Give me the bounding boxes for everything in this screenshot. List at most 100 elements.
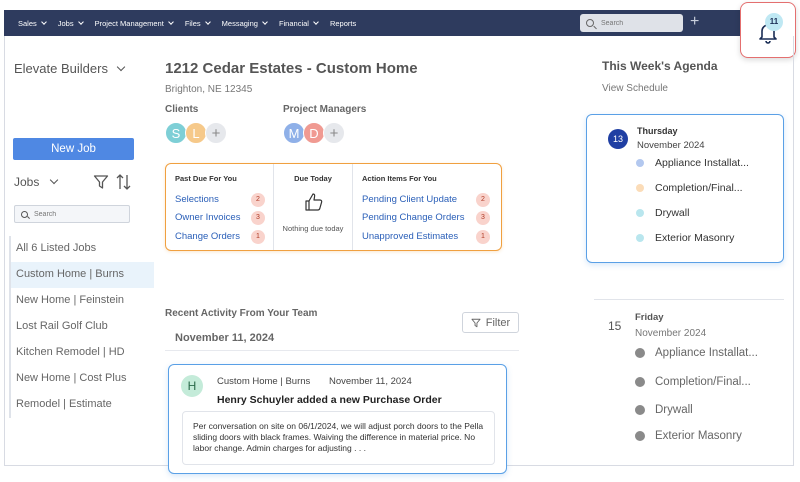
- agenda-day-card-thursday[interactable]: 13 Thursday November 2024 Appliance Inst…: [586, 114, 784, 263]
- job-item-kitchen-remodel-hd[interactable]: Kitchen Remodel | HD: [11, 340, 154, 366]
- job-item-remodel-estimate[interactable]: Remodel | Estimate: [11, 392, 154, 418]
- agenda-event[interactable]: Appliance Installat...: [635, 347, 758, 359]
- chevron-down-icon: [313, 19, 319, 25]
- nav-reports[interactable]: Reports: [330, 19, 356, 28]
- agenda-event[interactable]: Appliance Installat...: [636, 157, 749, 169]
- jobs-search-input[interactable]: [34, 211, 124, 218]
- past-due-column: Past Due For You Selections 2 Owner Invo…: [166, 164, 273, 250]
- add-client-button[interactable]: +: [205, 122, 227, 144]
- agenda-event[interactable]: Exterior Masonry: [635, 430, 742, 442]
- notification-count-badge: 11: [765, 13, 783, 31]
- agenda-title: This Week's Agenda: [602, 59, 718, 73]
- clients-label: Clients: [165, 104, 198, 115]
- filter-label: Filter: [486, 317, 510, 329]
- job-item-new-home-feinstein[interactable]: New Home | Feinstein: [11, 288, 154, 314]
- new-job-button[interactable]: New Job: [13, 138, 134, 160]
- chevron-down-icon: [168, 19, 174, 25]
- job-item-new-home-cost-plus[interactable]: New Home | Cost Plus: [11, 366, 154, 392]
- agenda-event[interactable]: Completion/Final...: [635, 376, 751, 388]
- company-name: Elevate Builders: [14, 61, 108, 76]
- chevron-down-icon: [205, 19, 211, 25]
- pending-change-orders-link[interactable]: Pending Change Orders: [362, 212, 464, 223]
- job-item-all[interactable]: All 6 Listed Jobs: [11, 236, 154, 262]
- day-name: Friday: [635, 312, 664, 323]
- job-address: Brighton, NE 12345: [165, 84, 252, 95]
- nav-messaging[interactable]: Messaging: [222, 19, 267, 28]
- avatar[interactable]: L: [185, 122, 207, 144]
- event-dot-icon: [635, 348, 645, 358]
- agenda-event[interactable]: Exterior Masonry: [636, 232, 734, 244]
- action-items-column: Action Items For You Pending Client Upda…: [353, 164, 503, 250]
- count-badge: 3: [251, 211, 265, 225]
- event-dot-icon: [635, 431, 645, 441]
- past-due-owner-invoices-link[interactable]: Owner Invoices: [175, 212, 240, 223]
- jobs-dropdown[interactable]: Jobs: [14, 175, 57, 189]
- event-dot-icon: [636, 234, 644, 242]
- project-managers-label: Project Managers: [283, 104, 366, 115]
- activity-date-heading: November 11, 2024: [175, 332, 274, 344]
- past-due-change-orders-link[interactable]: Change Orders: [175, 231, 240, 242]
- add-button[interactable]: +: [690, 12, 699, 32]
- count-badge: 3: [476, 211, 490, 225]
- chevron-down-icon: [78, 19, 84, 25]
- unapproved-estimates-link[interactable]: Unapproved Estimates: [362, 231, 458, 242]
- global-search-input[interactable]: [601, 20, 681, 27]
- event-dot-icon: [636, 209, 644, 217]
- nav-project-management[interactable]: Project Management: [95, 19, 173, 28]
- project-managers-avatars: M D +: [283, 122, 343, 144]
- chevron-down-icon: [41, 19, 47, 25]
- nav-files[interactable]: Files: [185, 19, 210, 28]
- job-list: All 6 Listed Jobs Custom Home | Burns Ne…: [9, 236, 154, 418]
- jobs-search[interactable]: [14, 205, 130, 223]
- due-today-column: Due Today Nothing due today: [273, 164, 353, 250]
- job-item-lost-rail-golf-club[interactable]: Lost Rail Golf Club: [11, 314, 154, 340]
- nav-jobs[interactable]: Jobs: [58, 19, 83, 28]
- global-search[interactable]: [580, 14, 683, 32]
- event-dot-icon: [636, 159, 644, 167]
- avatar[interactable]: S: [165, 122, 187, 144]
- day-number: 15: [608, 319, 621, 333]
- job-title: 1212 Cedar Estates - Custom Home: [165, 60, 418, 77]
- activity-card[interactable]: H Custom Home | Burns November 11, 2024 …: [168, 364, 507, 474]
- sort-icon[interactable]: [116, 173, 132, 191]
- past-due-title: Past Due For You: [175, 174, 237, 183]
- past-due-selections-link[interactable]: Selections: [175, 194, 219, 205]
- recent-activity-title: Recent Activity From Your Team: [165, 308, 317, 319]
- company-selector[interactable]: Elevate Builders: [14, 61, 124, 76]
- chevron-down-icon: [50, 176, 58, 184]
- count-badge: 2: [476, 193, 490, 207]
- avatar: H: [181, 375, 203, 397]
- count-badge: 2: [251, 193, 265, 207]
- event-dot-icon: [635, 405, 645, 415]
- agenda-event[interactable]: Drywall: [635, 404, 693, 416]
- activity-job-name: Custom Home | Burns: [217, 376, 310, 387]
- jobs-label: Jobs: [14, 175, 39, 189]
- pending-client-update-link[interactable]: Pending Client Update: [362, 194, 457, 205]
- nav-financial[interactable]: Financial: [279, 19, 318, 28]
- action-items-title: Action Items For You: [362, 174, 437, 183]
- top-nav: Sales Jobs Project Management Files Mess…: [4, 10, 794, 36]
- day-date: November 2024: [637, 140, 705, 151]
- count-badge: 1: [476, 230, 490, 244]
- divider: [594, 299, 784, 300]
- day-date: November 2024: [635, 328, 706, 339]
- event-dot-icon: [635, 377, 645, 387]
- agenda-event[interactable]: Drywall: [636, 207, 689, 219]
- divider: [165, 350, 519, 351]
- avatar[interactable]: M: [283, 122, 305, 144]
- activity-headline: Henry Schuyler added a new Purchase Orde…: [217, 394, 442, 406]
- nav-sales[interactable]: Sales: [18, 19, 46, 28]
- view-schedule-link[interactable]: View Schedule: [602, 83, 668, 94]
- search-icon: [21, 211, 28, 218]
- add-project-manager-button[interactable]: +: [323, 122, 345, 144]
- activity-filter-button[interactable]: Filter: [462, 312, 519, 333]
- agenda-event[interactable]: Completion/Final...: [636, 182, 743, 194]
- job-item-custom-home-burns[interactable]: Custom Home | Burns: [11, 262, 154, 288]
- avatar[interactable]: D: [303, 122, 325, 144]
- filter-icon[interactable]: [93, 174, 109, 190]
- action-summary-card: Past Due For You Selections 2 Owner Invo…: [165, 163, 502, 251]
- due-today-empty-text: Nothing due today: [274, 224, 352, 233]
- day-number-badge: 13: [608, 129, 628, 149]
- thumbs-up-icon: [304, 192, 324, 212]
- activity-body: Per conversation on site on 06/1/2024, w…: [182, 411, 495, 465]
